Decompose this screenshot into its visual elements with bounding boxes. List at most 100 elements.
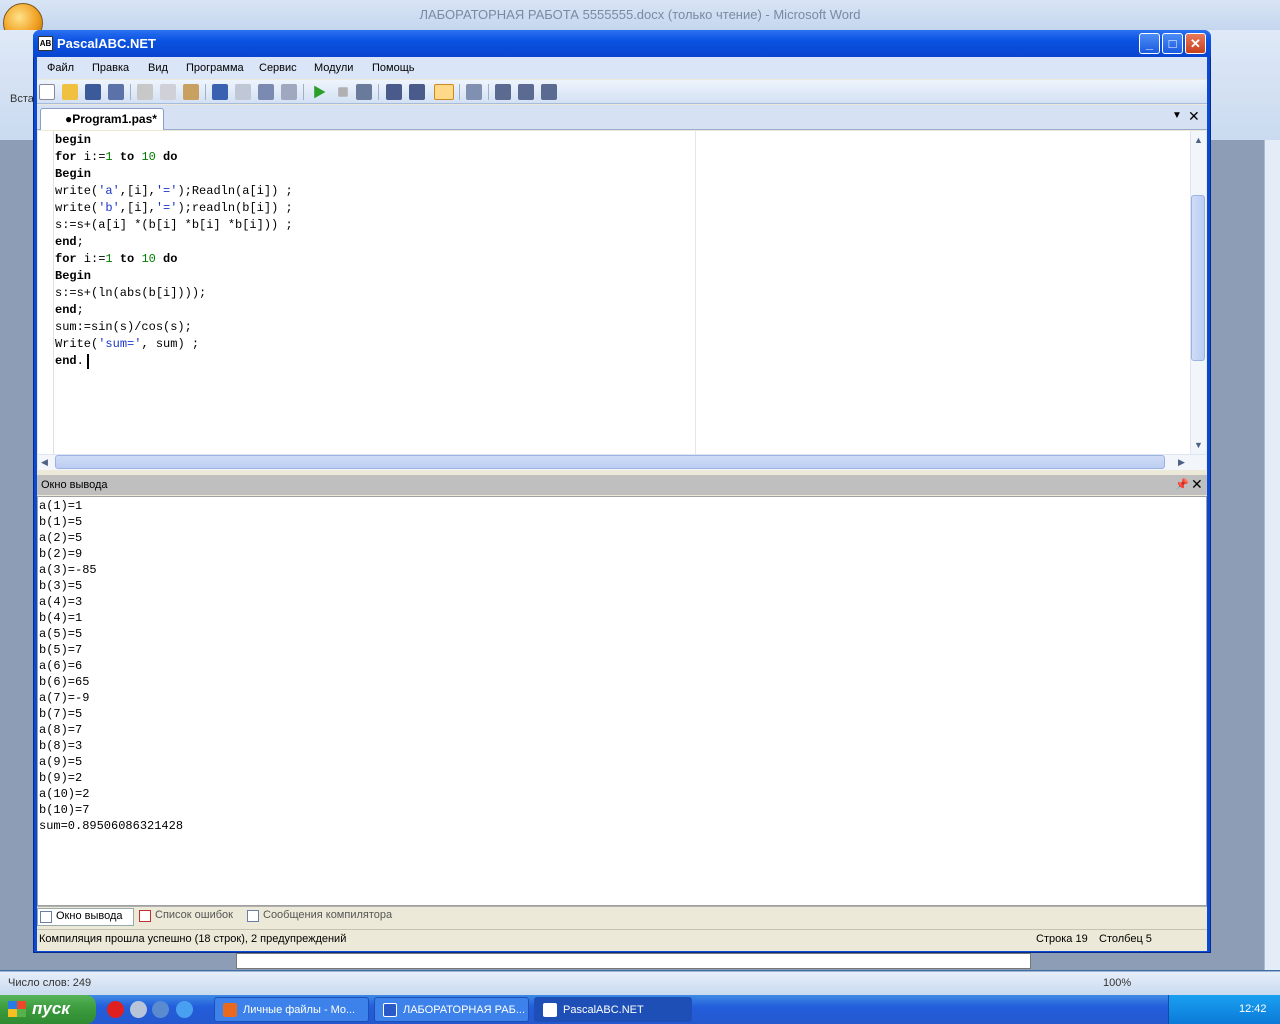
editor-margin-line [695,131,696,454]
output-line: a(2)=5 [39,531,83,545]
pin-icon[interactable]: 📌 [1175,478,1189,491]
designer-icon[interactable] [495,84,511,100]
menu-modules[interactable]: Модули [314,62,353,74]
scroll-up-icon[interactable]: ▲ [1194,135,1203,145]
tab-list-chevron-icon[interactable]: ▼ [1172,110,1182,121]
code-line[interactable]: end. [55,353,293,370]
designer-icon[interactable] [541,84,557,100]
step-over-icon[interactable] [409,84,425,100]
scroll-right-icon[interactable]: ▶ [1178,457,1185,468]
menu-edit[interactable]: Правка [92,62,129,74]
code-line[interactable]: Begin [55,268,293,285]
maximize-button[interactable]: □ [1162,33,1183,54]
windows-flag-icon [8,1001,26,1017]
code-line[interactable]: Begin [55,166,293,183]
redo-icon[interactable] [235,84,251,100]
save-icon[interactable] [85,84,101,100]
minimize-button[interactable]: _ [1139,33,1160,54]
output-text: a(1)=1 b(1)=5 a(2)=5 b(2)=9 a(3)=-85 b(3)=5 a(… [39,498,183,834]
code-line[interactable]: write('a',[i],'=');Readln(a[i]) ; [55,183,293,200]
word-vertical-scrollbar[interactable] [1264,140,1280,970]
code-line[interactable]: end; [55,234,293,251]
text-caret [87,354,89,369]
output-line: b(9)=2 [39,771,83,785]
firefox-icon [223,1003,237,1017]
pascal-title-bar[interactable]: AB PascalABC.NET [33,30,1211,57]
tab-program1[interactable]: ●Program1.pas* [40,108,164,130]
scroll-down-icon[interactable]: ▼ [1194,440,1203,450]
stop-icon[interactable] [338,87,348,97]
taskbar-label: PascalABC.NET [563,1004,644,1016]
code-line[interactable]: begin [55,132,293,149]
scroll-left-icon[interactable]: ◀ [41,457,48,468]
opera-icon[interactable] [107,1001,124,1018]
word-page [236,953,1031,969]
undo-icon[interactable] [212,84,228,100]
output-line: b(1)=5 [39,515,83,529]
menu-service[interactable]: Сервис [259,62,297,74]
code-line[interactable]: for i:=1 to 10 do [55,149,293,166]
menu-view[interactable]: Вид [148,62,168,74]
taskbar-pascal[interactable]: PascalABC.NET [534,997,692,1022]
output-title: Окно вывода [41,479,108,491]
step-into-icon[interactable] [386,84,402,100]
zoom-level[interactable]: 100% [1103,977,1131,989]
format-icon[interactable] [466,84,482,100]
code-line[interactable]: Write('sum=', sum) ; [55,336,293,353]
output-icon [40,911,52,923]
find-icon[interactable] [258,84,274,100]
column-indicator: Столбец 5 [1099,933,1152,945]
word-icon [383,1003,397,1017]
taskbar-firefox[interactable]: Личные файлы - Mo... [214,997,369,1022]
taskbar-word[interactable]: ЛАБОРАТОРНАЯ РАБ... [374,997,529,1022]
editor-hscroll-thumb[interactable] [55,455,1165,469]
tab-close-icon[interactable]: ✕ [1188,108,1200,125]
output-line: a(8)=7 [39,723,83,737]
document-tabstrip [37,105,1207,130]
editor-vscroll-thumb[interactable] [1191,195,1205,361]
paste-icon[interactable] [183,84,199,100]
output-line: a(1)=1 [39,499,83,513]
tab-output[interactable]: Окно вывода [37,908,134,926]
tab-errors[interactable]: Список ошибок [137,908,243,926]
replace-icon[interactable] [281,84,297,100]
compile-icon[interactable] [356,84,372,100]
close-button[interactable]: ✕ [1185,33,1206,54]
cut-icon[interactable] [137,84,153,100]
menu-program[interactable]: Программа [186,62,244,74]
output-window-icon[interactable] [434,84,454,100]
output-line: b(4)=1 [39,611,83,625]
output-line: a(4)=3 [39,595,83,609]
code-text[interactable]: begin for i:=1 to 10 do Begin write('a',[i]… [55,132,293,370]
taskbar-label: ЛАБОРАТОРНАЯ РАБ... [403,1004,526,1016]
code-line[interactable]: sum:=sin(s)/cos(s); [55,319,293,336]
save-all-icon[interactable] [108,84,124,100]
code-line[interactable]: write('b',[i],'=');readln(b[i]) ; [55,200,293,217]
status-bar: Компиляция прошла успешно (18 строк), 2 … [37,929,1207,950]
code-line[interactable]: for i:=1 to 10 do [55,251,293,268]
code-line[interactable]: s:=s+(a[i] *(b[i] *b[i] *b[i])) ; [55,217,293,234]
start-button[interactable]: пуск [0,995,96,1024]
word-status-bar: Число слов: 249 100% [0,971,1280,995]
quicklaunch-icon[interactable] [130,1001,147,1018]
output-line: a(5)=5 [39,627,83,641]
ie-icon[interactable] [176,1001,193,1018]
new-file-icon[interactable] [39,84,55,100]
copy-icon[interactable] [160,84,176,100]
code-line[interactable]: end; [55,302,293,319]
quicklaunch-icon[interactable] [152,1001,169,1018]
menu-help[interactable]: Помощь [372,62,415,74]
menu-file[interactable]: Файл [47,62,74,74]
open-folder-icon[interactable] [62,84,78,100]
output-line: a(6)=6 [39,659,83,673]
word-title-bar: ЛАБОРАТОРНАЯ РАБОТА 5555555.docx (только… [0,0,1280,30]
designer-icon[interactable] [518,84,534,100]
pascal-icon [543,1003,557,1017]
paste-label[interactable]: Вста [10,93,34,105]
code-line[interactable]: s:=s+(ln(abs(b[i]))); [55,285,293,302]
output-close-icon[interactable]: ✕ [1191,476,1203,493]
tab-compiler-messages[interactable]: Сообщения компилятора [245,908,405,926]
app-icon: AB [38,36,53,51]
output-panel[interactable] [37,496,1207,906]
output-line: a(7)=-9 [39,691,90,705]
